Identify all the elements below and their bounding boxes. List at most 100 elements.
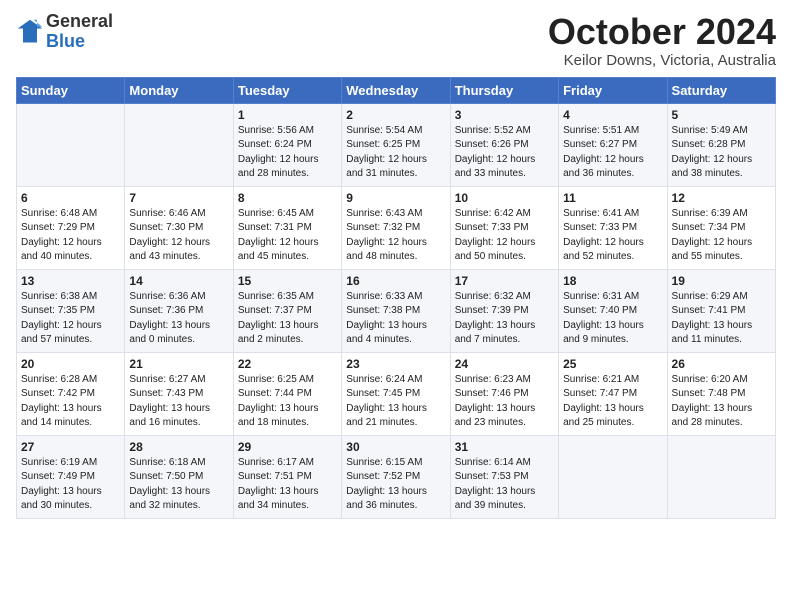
day-info: Sunrise: 6:38 AM Sunset: 7:35 PM Dayligh…: [21, 290, 120, 348]
day-number: 14: [129, 274, 228, 288]
calendar-cell: [559, 435, 667, 518]
calendar-cell: 12 Sunrise: 6:39 AM Sunset: 7:34 PM Dayli…: [667, 186, 775, 269]
day-info: Sunrise: 6:21 AM Sunset: 7:47 PM Dayligh…: [563, 373, 662, 431]
day-info: Sunrise: 6:23 AM Sunset: 7:46 PM Dayligh…: [455, 373, 554, 431]
calendar-cell: 10Sunrise: 6:42 AM Sunset: 7:33 PM Dayli…: [450, 186, 558, 269]
day-info: Sunrise: 5:49 AM Sunset: 6:28 PM Dayligh…: [672, 124, 771, 182]
calendar-cell: [17, 103, 125, 186]
day-info: Sunrise: 6:32 AM Sunset: 7:39 PM Dayligh…: [455, 290, 554, 348]
calendar-cell: 26Sunrise: 6:20 AM Sunset: 7:48 PM Dayli…: [667, 352, 775, 435]
calendar-cell: 30 Sunrise: 6:15 AM Sunset: 7:52 PM Dayli…: [342, 435, 450, 518]
day-info: Sunrise: 6:27 AM Sunset: 7:43 PM Dayligh…: [129, 373, 228, 431]
day-number: 13: [21, 274, 120, 288]
logo-blue-label: Blue: [46, 32, 113, 52]
day-number: 18: [563, 274, 662, 288]
calendar-cell: 2Sunrise: 5:54 AM Sunset: 6:25 PM Daylig…: [342, 103, 450, 186]
header-sunday: Sunday: [17, 77, 125, 103]
day-info: Sunrise: 6:25 AM Sunset: 7:44 PM Dayligh…: [238, 373, 337, 431]
header-tuesday: Tuesday: [233, 77, 341, 103]
day-info: Sunrise: 6:41 AM Sunset: 7:33 PM Dayligh…: [563, 207, 662, 265]
logo-general-label: General: [46, 12, 113, 32]
day-info: Sunrise: 6:18 AM Sunset: 7:50 PM Dayligh…: [129, 456, 228, 514]
calendar-cell: [667, 435, 775, 518]
calendar-cell: 22 Sunrise: 6:25 AM Sunset: 7:44 PM Dayli…: [233, 352, 341, 435]
calendar-cell: 19 Sunrise: 6:29 AM Sunset: 7:41 PM Dayli…: [667, 269, 775, 352]
page: General Blue October 2024 Keilor Downs, …: [0, 0, 792, 529]
day-number: 31: [455, 440, 554, 454]
calendar-cell: 17Sunrise: 6:32 AM Sunset: 7:39 PM Dayli…: [450, 269, 558, 352]
header-friday: Friday: [559, 77, 667, 103]
logo-icon: [16, 18, 44, 46]
day-info: Sunrise: 6:43 AM Sunset: 7:32 PM Dayligh…: [346, 207, 445, 265]
day-number: 15: [238, 274, 337, 288]
month-title: October 2024: [548, 12, 776, 52]
day-info: Sunrise: 6:14 AM Sunset: 7:53 PM Dayligh…: [455, 456, 554, 514]
calendar-table: Sunday Monday Tuesday Wednesday Thursday…: [16, 77, 776, 519]
day-info: Sunrise: 6:19 AM Sunset: 7:49 PM Dayligh…: [21, 456, 120, 514]
day-info: Sunrise: 6:20 AM Sunset: 7:48 PM Dayligh…: [672, 373, 771, 431]
day-number: 7: [129, 191, 228, 205]
calendar-cell: 25Sunrise: 6:21 AM Sunset: 7:47 PM Dayli…: [559, 352, 667, 435]
header-monday: Monday: [125, 77, 233, 103]
day-number: 11: [563, 191, 662, 205]
day-info: Sunrise: 6:15 AM Sunset: 7:52 PM Dayligh…: [346, 456, 445, 514]
calendar-cell: 29Sunrise: 6:17 AM Sunset: 7:51 PM Dayli…: [233, 435, 341, 518]
title-block: October 2024 Keilor Downs, Victoria, Aus…: [548, 12, 776, 69]
day-number: 21: [129, 357, 228, 371]
day-number: 8: [238, 191, 337, 205]
day-number: 5: [672, 108, 771, 122]
day-info: Sunrise: 6:39 AM Sunset: 7:34 PM Dayligh…: [672, 207, 771, 265]
day-number: 2: [346, 108, 445, 122]
weekday-row: Sunday Monday Tuesday Wednesday Thursday…: [17, 77, 776, 103]
header-saturday: Saturday: [667, 77, 775, 103]
logo-text: General Blue: [46, 12, 113, 52]
calendar-cell: 15Sunrise: 6:35 AM Sunset: 7:37 PM Dayli…: [233, 269, 341, 352]
day-number: 23: [346, 357, 445, 371]
header-thursday: Thursday: [450, 77, 558, 103]
header-wednesday: Wednesday: [342, 77, 450, 103]
calendar-cell: 4 Sunrise: 5:51 AM Sunset: 6:27 PM Daylig…: [559, 103, 667, 186]
day-info: Sunrise: 6:48 AM Sunset: 7:29 PM Dayligh…: [21, 207, 120, 265]
day-number: 19: [672, 274, 771, 288]
day-number: 28: [129, 440, 228, 454]
calendar-cell: [125, 103, 233, 186]
day-info: Sunrise: 5:56 AM Sunset: 6:24 PM Dayligh…: [238, 124, 337, 182]
day-info: Sunrise: 5:51 AM Sunset: 6:27 PM Dayligh…: [563, 124, 662, 182]
calendar-cell: 7Sunrise: 6:46 AM Sunset: 7:30 PM Daylig…: [125, 186, 233, 269]
day-number: 10: [455, 191, 554, 205]
day-number: 30: [346, 440, 445, 454]
calendar-week-4: 20Sunrise: 6:28 AM Sunset: 7:42 PM Dayli…: [17, 352, 776, 435]
day-number: 20: [21, 357, 120, 371]
day-number: 27: [21, 440, 120, 454]
calendar-cell: 1Sunrise: 5:56 AM Sunset: 6:24 PM Daylig…: [233, 103, 341, 186]
calendar-header: Sunday Monday Tuesday Wednesday Thursday…: [17, 77, 776, 103]
calendar-cell: 28 Sunrise: 6:18 AM Sunset: 7:50 PM Dayli…: [125, 435, 233, 518]
calendar-cell: 20Sunrise: 6:28 AM Sunset: 7:42 PM Dayli…: [17, 352, 125, 435]
day-number: 22: [238, 357, 337, 371]
day-info: Sunrise: 6:45 AM Sunset: 7:31 PM Dayligh…: [238, 207, 337, 265]
day-info: Sunrise: 6:29 AM Sunset: 7:41 PM Dayligh…: [672, 290, 771, 348]
calendar-cell: 14 Sunrise: 6:36 AM Sunset: 7:36 PM Dayli…: [125, 269, 233, 352]
day-number: 3: [455, 108, 554, 122]
day-number: 12: [672, 191, 771, 205]
calendar-week-2: 6Sunrise: 6:48 AM Sunset: 7:29 PM Daylig…: [17, 186, 776, 269]
calendar-cell: 5 Sunrise: 5:49 AM Sunset: 6:28 PM Daylig…: [667, 103, 775, 186]
day-info: Sunrise: 6:17 AM Sunset: 7:51 PM Dayligh…: [238, 456, 337, 514]
calendar-cell: 23 Sunrise: 6:24 AM Sunset: 7:45 PM Dayli…: [342, 352, 450, 435]
day-number: 16: [346, 274, 445, 288]
location: Keilor Downs, Victoria, Australia: [548, 52, 776, 69]
day-info: Sunrise: 6:36 AM Sunset: 7:36 PM Dayligh…: [129, 290, 228, 348]
calendar-week-1: 1Sunrise: 5:56 AM Sunset: 6:24 PM Daylig…: [17, 103, 776, 186]
day-number: 4: [563, 108, 662, 122]
day-info: Sunrise: 5:52 AM Sunset: 6:26 PM Dayligh…: [455, 124, 554, 182]
calendar-cell: 9Sunrise: 6:43 AM Sunset: 7:32 PM Daylig…: [342, 186, 450, 269]
calendar-body: 1Sunrise: 5:56 AM Sunset: 6:24 PM Daylig…: [17, 103, 776, 518]
calendar-week-5: 27 Sunrise: 6:19 AM Sunset: 7:49 PM Dayli…: [17, 435, 776, 518]
calendar-week-3: 13 Sunrise: 6:38 AM Sunset: 7:35 PM Dayli…: [17, 269, 776, 352]
logo: General Blue: [16, 12, 113, 52]
calendar-cell: 27 Sunrise: 6:19 AM Sunset: 7:49 PM Dayli…: [17, 435, 125, 518]
day-number: 24: [455, 357, 554, 371]
calendar-cell: 11 Sunrise: 6:41 AM Sunset: 7:33 PM Dayli…: [559, 186, 667, 269]
day-info: Sunrise: 6:24 AM Sunset: 7:45 PM Dayligh…: [346, 373, 445, 431]
calendar-cell: 3 Sunrise: 5:52 AM Sunset: 6:26 PM Daylig…: [450, 103, 558, 186]
